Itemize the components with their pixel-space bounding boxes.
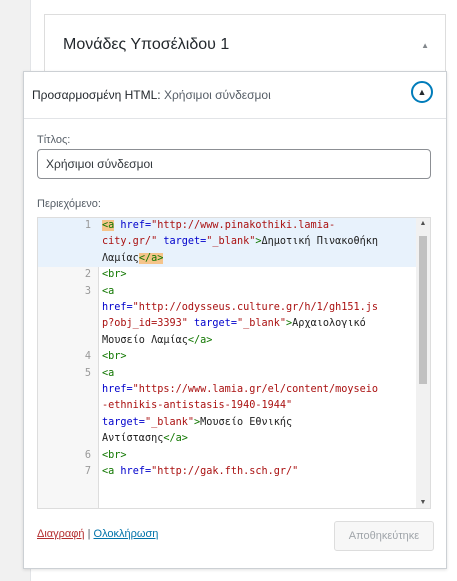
code-line[interactable]: 4 <br> — [38, 349, 416, 365]
code-token: Μουσείο Λαμίας — [102, 334, 188, 346]
code-token: "_blank" — [236, 318, 287, 330]
code-token: <br> — [102, 449, 127, 461]
code-token: Αρχαιολογικό — [292, 318, 366, 330]
delete-link[interactable]: Διαγραφή — [37, 528, 85, 540]
code-token: </a> — [163, 433, 188, 445]
collapse-arrow-icon[interactable]: ▲ — [421, 41, 429, 50]
code-line[interactable]: city.gr/" target="_blank">Δημοτική Πινακ… — [38, 234, 416, 251]
line-number: 3 — [84, 285, 91, 297]
code-token: Δημοτική Πινακοθήκη — [261, 236, 379, 248]
title-field-label: Τίτλος: — [37, 134, 71, 146]
code-token: target= — [163, 236, 207, 248]
code-line[interactable]: p?obj_id=3393" target="_blank">Αρχαιολογ… — [38, 316, 416, 332]
code-line[interactable]: Μουσείο Λαμίας</a> — [38, 333, 416, 349]
custom-html-widget: Προσαρμοσμένη HTML: Χρήσιμοι σύνδεσμοι ▲… — [23, 71, 447, 569]
code-line[interactable]: href="http://odysseus.culture.gr/h/1/gh1… — [38, 300, 416, 316]
code-line[interactable]: 3 <a — [38, 284, 416, 300]
code-line[interactable]: Αντίστασης</a> — [38, 431, 416, 447]
code-token: href= — [102, 384, 133, 396]
save-button[interactable]: Αποθηκεύτηκε — [334, 521, 434, 551]
code-line[interactable]: 1 <a href="http://www.pinakothiki.lamia- — [38, 218, 416, 235]
code-line[interactable]: -ethnikis-antistasis-1940-1944" — [38, 398, 416, 414]
scroll-down-arrow-icon[interactable]: ▼ — [416, 499, 430, 506]
scrollbar-thumb[interactable] — [419, 236, 427, 384]
code-token: Αντίστασης — [102, 433, 164, 445]
code-token: Λαμίας — [102, 252, 139, 264]
title-input[interactable] — [37, 149, 431, 179]
code-token: "http://odysseus.culture.gr/h/1/gh151.js — [132, 302, 379, 314]
code-token: "http://www.pinakothiki.lamia- — [151, 220, 336, 231]
code-line[interactable]: 7 <a href="http://gak.fth.sch.gr/" — [38, 464, 416, 480]
widget-instance-title: Χρήσιμοι σύνδεσμοι — [163, 88, 271, 102]
code-line[interactable]: 5 <a — [38, 366, 416, 382]
code-token: Μουσείο Εθνικής — [200, 416, 293, 428]
chevron-up-icon: ▲ — [417, 87, 427, 97]
widget-title: Προσαρμοσμένη HTML: Χρήσιμοι σύνδεσμοι — [32, 88, 271, 102]
code-token: <a — [102, 466, 115, 478]
widget-area-header[interactable]: Μονάδες Υποσέλιδου 1 ▲ — [44, 14, 446, 72]
line-number: 1 — [84, 220, 91, 231]
line-number: 6 — [84, 449, 91, 461]
code-token: href= — [120, 466, 152, 478]
code-token: </a> — [187, 334, 213, 346]
code-token: "https://www.lamia.gr/el/content/moyseio — [132, 384, 379, 396]
widget-header[interactable]: Προσαρμοσμένη HTML: Χρήσιμοι σύνδεσμοι ▲ — [24, 72, 446, 119]
code-token: href= — [102, 302, 133, 314]
line-number: 5 — [84, 367, 91, 379]
code-token: <a — [102, 220, 115, 231]
code-token: href= — [120, 220, 152, 231]
code-token: city.gr/" — [102, 236, 158, 248]
code-token: "_blank" — [144, 416, 195, 428]
widget-type-label: Προσαρμοσμένη HTML: — [32, 88, 161, 102]
widget-actions: Διαγραφή | Ολοκλήρωση — [37, 528, 158, 540]
code-lines[interactable]: 1 <a href="http://www.pinakothiki.lamia-c… — [38, 218, 416, 481]
line-number: 2 — [84, 269, 91, 281]
line-number: 4 — [84, 351, 91, 363]
code-line[interactable]: Λαμίας</a> — [38, 250, 416, 268]
code-line[interactable]: 2 <br> — [38, 267, 416, 283]
widget-area-title: Μονάδες Υποσέλιδου 1 — [63, 36, 230, 53]
code-line[interactable]: href="https://www.lamia.gr/el/content/mo… — [38, 382, 416, 398]
code-token: <br> — [102, 269, 127, 281]
code-token: p?obj_id=3393" — [102, 318, 188, 330]
editor-scrollbar[interactable]: ▲ ▼ — [416, 218, 430, 508]
code-token: -ethnikis-antistasis-1940-1944" — [102, 400, 293, 412]
code-token: <a — [102, 285, 115, 297]
code-editor[interactable]: 1 <a href="http://www.pinakothiki.lamia-c… — [37, 217, 431, 509]
done-link[interactable]: Ολοκλήρωση — [94, 528, 159, 540]
code-token: "http://gak.fth.sch.gr/" — [151, 466, 299, 478]
code-line[interactable]: target="_blank">Μουσείο Εθνικής — [38, 415, 416, 431]
code-token: <br> — [102, 351, 127, 363]
code-line[interactable]: 6 <br> — [38, 448, 416, 464]
code-token: target= — [102, 416, 145, 428]
code-token: </a> — [138, 252, 164, 264]
code-token: "_blank" — [206, 236, 256, 248]
scroll-up-arrow-icon[interactable]: ▲ — [416, 220, 430, 227]
content-field-label: Περιεχόμενο: — [37, 198, 101, 210]
code-token: target= — [194, 318, 237, 330]
widget-toggle-button[interactable]: ▲ — [411, 81, 433, 103]
line-number: 7 — [84, 466, 91, 478]
code-token: <a — [102, 367, 115, 379]
actions-separator: | — [87, 528, 91, 540]
